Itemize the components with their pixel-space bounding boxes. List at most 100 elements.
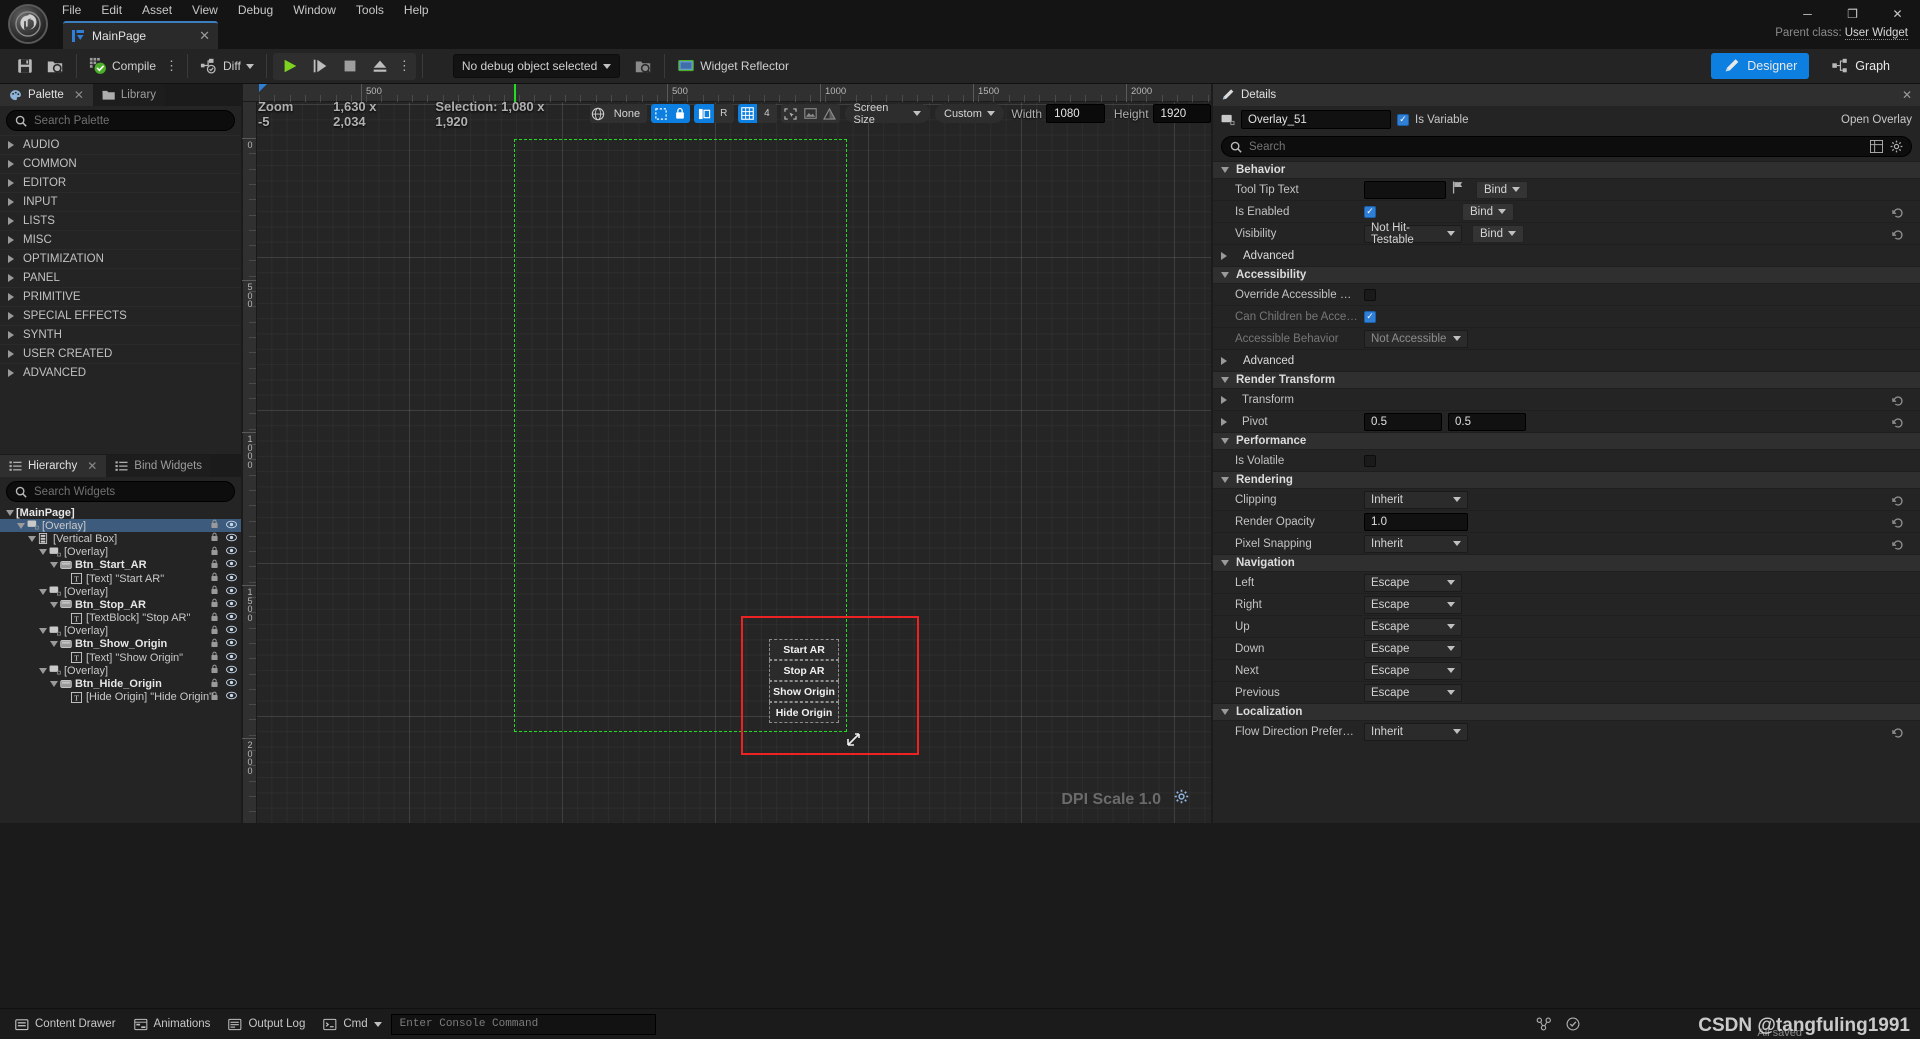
settings-gear-icon[interactable] (1890, 140, 1903, 153)
lock-icon[interactable] (210, 598, 219, 611)
lock-icon[interactable] (210, 678, 219, 691)
pivot-y-input[interactable]: 0.5 (1448, 412, 1526, 431)
graph-mode-button[interactable]: Graph (1819, 53, 1902, 79)
btn-stop-ar[interactable]: Stop AR (769, 660, 839, 681)
lock-icon[interactable] (210, 532, 219, 545)
menu-tools[interactable]: Tools (346, 0, 394, 21)
menu-asset[interactable]: Asset (132, 0, 182, 21)
browse-debug-button[interactable] (628, 53, 658, 80)
property-checkbox[interactable] (1364, 288, 1376, 301)
output-log-button[interactable]: Output Log (219, 1013, 314, 1036)
chevron-down-icon[interactable] (37, 549, 49, 556)
details-category-localization[interactable]: Localization (1213, 703, 1920, 720)
compile-button[interactable]: Compile (83, 53, 162, 80)
property-checkbox[interactable]: ✓ (1364, 310, 1376, 323)
dashed-selection-icon[interactable] (651, 104, 671, 123)
chevron-down-icon[interactable] (37, 667, 49, 674)
eye-icon[interactable] (226, 520, 237, 532)
btn-start-ar[interactable]: Start AR (769, 639, 839, 660)
browse-to-asset-button[interactable] (40, 53, 70, 80)
close-window-button[interactable]: ✕ (1875, 0, 1920, 28)
chevron-down-icon[interactable] (37, 588, 49, 595)
details-category-behavior[interactable]: Behavior (1213, 161, 1920, 178)
navigation-dropdown[interactable]: Escape (1364, 595, 1462, 614)
tree-row[interactable]: Btn_Show_Origin (0, 638, 241, 651)
chevron-down-icon[interactable] (48, 562, 60, 569)
palette-category-optimization[interactable]: OPTIMIZATION (0, 249, 241, 268)
menu-edit[interactable]: Edit (91, 0, 132, 21)
widget-reflector-button[interactable]: Widget Reflector (671, 53, 795, 80)
debug-object-select[interactable]: No debug object selected (452, 54, 621, 78)
chevron-down-icon[interactable] (37, 628, 49, 635)
lock-icon[interactable] (210, 612, 219, 625)
tree-row[interactable]: Btn_Hide_Origin (0, 677, 241, 690)
compile-options-button[interactable]: ⋮ (162, 59, 181, 72)
number-input[interactable]: 1.0 (1364, 512, 1468, 531)
source-control-icon[interactable] (1536, 1017, 1552, 1031)
globe-icon[interactable] (590, 104, 607, 123)
content-drawer-button[interactable]: Content Drawer (6, 1013, 125, 1036)
diff-button[interactable]: Diff (194, 53, 260, 80)
tree-row[interactable]: T [TextBlock] "Stop AR" (0, 612, 241, 625)
pivot-x-input[interactable]: 0.5 (1364, 412, 1442, 431)
navigation-dropdown[interactable]: Escape (1364, 661, 1462, 680)
designer-viewport[interactable]: Start AR Stop AR Show Origin Hide Origin… (243, 84, 1211, 823)
tab-bind-widgets[interactable]: Bind Widgets (106, 455, 212, 477)
details-category-rendering[interactable]: Rendering (1213, 471, 1920, 488)
details-category-accessibility[interactable]: Accessibility (1213, 266, 1920, 283)
step-button[interactable] (305, 53, 335, 80)
lock-icon[interactable] (210, 691, 219, 704)
eye-icon[interactable] (226, 691, 237, 703)
details-search-input[interactable] (1249, 140, 1863, 153)
is-variable-checkbox[interactable]: ✓ (1397, 113, 1409, 126)
palette-search[interactable] (6, 110, 235, 131)
tree-row[interactable]: [Vertical Box] (0, 532, 241, 545)
play-button[interactable] (275, 53, 305, 80)
is-enabled-checkbox[interactable]: ✓ (1364, 205, 1376, 218)
reset-to-default-icon[interactable] (1892, 228, 1904, 240)
chevron-down-icon[interactable] (48, 681, 60, 688)
tree-row[interactable]: [Overlay] (0, 519, 241, 533)
maximize-button[interactable]: ❐ (1830, 0, 1875, 28)
menu-debug[interactable]: Debug (228, 0, 283, 21)
btn-show-origin[interactable]: Show Origin (769, 681, 839, 702)
navigation-dropdown[interactable]: Escape (1364, 617, 1462, 636)
console-command-input[interactable]: Enter Console Command (390, 1013, 656, 1035)
tree-row[interactable]: T [Text] "Start AR" (0, 572, 241, 585)
navigation-dropdown[interactable]: Escape (1364, 639, 1462, 658)
image-preview-icon[interactable] (800, 104, 820, 123)
tree-row[interactable]: [Overlay] (0, 585, 241, 598)
reset-to-default-icon[interactable] (1892, 394, 1904, 406)
asset-tab-mainpage[interactable]: MainPage ✕ (63, 21, 218, 49)
eye-icon[interactable] (226, 652, 237, 664)
btn-hide-origin[interactable]: Hide Origin (769, 702, 839, 723)
play-options-button[interactable]: ⋮ (395, 59, 414, 72)
lock-icon[interactable] (210, 664, 219, 677)
property-checkbox[interactable] (1364, 454, 1376, 467)
eye-icon[interactable] (226, 678, 237, 690)
chevron-down-icon[interactable] (26, 535, 38, 542)
bind-button[interactable]: Bind (1476, 180, 1529, 199)
lock-icon[interactable] (210, 638, 219, 651)
tree-row[interactable]: T [Hide Origin] "Hide Origin" (0, 691, 241, 704)
bind-button[interactable]: Bind (1472, 224, 1525, 243)
resize-handle-cursor[interactable] (846, 731, 862, 751)
animations-button[interactable]: Animations (125, 1013, 220, 1036)
details-category-navigation[interactable]: Navigation (1213, 554, 1920, 571)
cmd-dropdown[interactable]: Cmd (314, 1013, 390, 1036)
palette-category-advanced[interactable]: ADVANCED (0, 363, 241, 382)
screen-size-dropdown[interactable]: Screen Size (844, 102, 930, 126)
tree-row[interactable]: Btn_Start_AR (0, 559, 241, 572)
reset-to-default-icon[interactable] (1892, 538, 1904, 550)
tree-row[interactable]: T [Text] "Show Origin" (0, 651, 241, 664)
open-overlay-link[interactable]: Open Overlay (1841, 114, 1912, 126)
tab-library[interactable]: Library (92, 84, 166, 106)
tree-row[interactable]: [Overlay] (0, 546, 241, 559)
reset-to-default-icon[interactable] (1892, 494, 1904, 506)
hierarchy-search[interactable] (6, 481, 235, 502)
details-category-performance[interactable]: Performance (1213, 432, 1920, 449)
visibility-dropdown[interactable]: Not Hit-Testable (1364, 222, 1462, 246)
menu-window[interactable]: Window (283, 0, 346, 21)
palette-category-audio[interactable]: AUDIO (0, 135, 241, 154)
save-button[interactable] (10, 53, 40, 80)
